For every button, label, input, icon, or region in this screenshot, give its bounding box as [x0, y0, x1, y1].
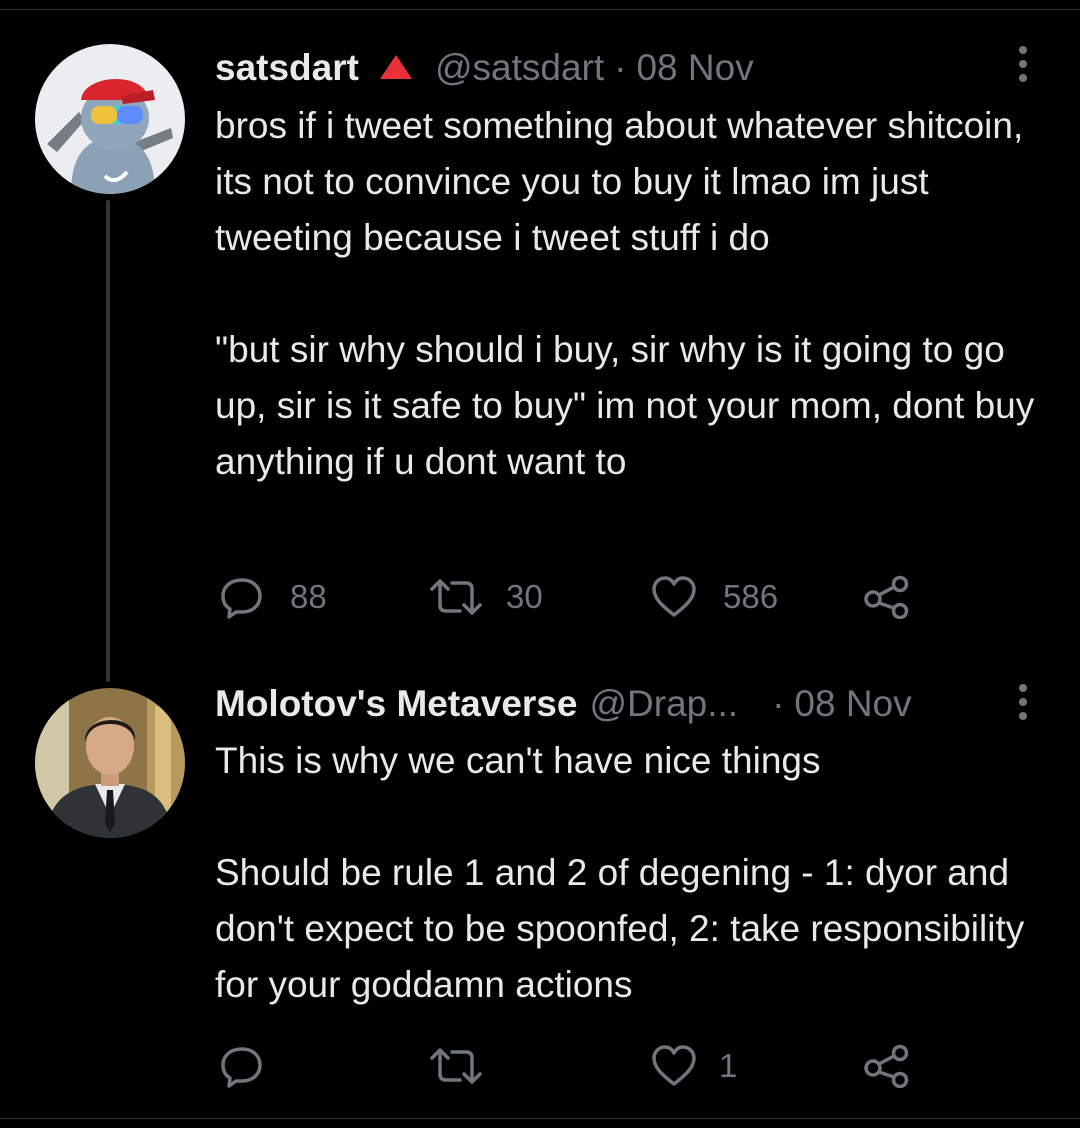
- heart-icon: [651, 575, 697, 619]
- tweet-header: Molotov's Metaverse @Drap... · 08 Nov: [215, 674, 912, 734]
- retweet-button[interactable]: 30: [428, 567, 543, 627]
- retweet-count: 30: [506, 578, 543, 615]
- author-name[interactable]: satsdart: [215, 47, 359, 89]
- heart-icon: [651, 1044, 697, 1088]
- author-handle[interactable]: @Drap...: [589, 683, 738, 725]
- reply-icon: [220, 1044, 264, 1088]
- tweet-actions: 1: [215, 1036, 935, 1096]
- reply-count: 88: [290, 578, 327, 615]
- tweet-actions: 88 30 586: [215, 567, 935, 627]
- avatar-image: [35, 688, 185, 838]
- reply-button[interactable]: [220, 1036, 290, 1096]
- reply-icon: [220, 575, 264, 619]
- avatar[interactable]: [35, 688, 185, 838]
- tweet-header: satsdart @satsdart · 08 Nov: [215, 38, 754, 98]
- more-options-icon[interactable]: [1013, 44, 1033, 88]
- share-icon: [863, 1044, 911, 1088]
- author-handle[interactable]: @satsdart: [435, 47, 604, 89]
- like-count: 586: [723, 578, 779, 615]
- tweet-paragraph: This is why we can't have nice things: [215, 740, 821, 781]
- tweet-text: bros if i tweet something about whatever…: [215, 98, 1045, 490]
- separator-dot: ·: [772, 683, 785, 724]
- tweet-date[interactable]: 08 Nov: [636, 47, 753, 89]
- retweet-button[interactable]: [428, 1036, 510, 1096]
- author-name[interactable]: Molotov's Metaverse: [215, 683, 577, 725]
- avatar[interactable]: [35, 44, 185, 194]
- retweet-icon: [428, 1044, 484, 1088]
- share-button[interactable]: [863, 567, 911, 627]
- tweet-paragraph: bros if i tweet something about whatever…: [215, 105, 1024, 258]
- separator-dot: ·: [614, 47, 627, 88]
- top-divider: [0, 0, 1080, 10]
- tweet-text: This is why we can't have nice things Sh…: [215, 733, 1045, 1013]
- like-count: 1: [719, 1047, 738, 1084]
- share-icon: [863, 575, 911, 619]
- like-button[interactable]: 1: [651, 1036, 737, 1096]
- tweet-date[interactable]: 08 Nov: [794, 683, 911, 725]
- reply-button[interactable]: 88: [220, 567, 327, 627]
- tweet-paragraph: "but sir why should i buy, sir why is it…: [215, 329, 1035, 482]
- more-options-icon[interactable]: [1013, 682, 1033, 726]
- share-button[interactable]: [863, 1036, 911, 1096]
- retweet-icon: [428, 575, 484, 619]
- red-triangle-icon: [379, 47, 413, 89]
- like-button[interactable]: 586: [651, 567, 778, 627]
- avatar-image: [35, 44, 185, 194]
- tweet-paragraph: Should be rule 1 and 2 of degening - 1: …: [215, 852, 1025, 1005]
- bottom-divider: [0, 1118, 1080, 1119]
- thread-connector-line: [106, 200, 110, 682]
